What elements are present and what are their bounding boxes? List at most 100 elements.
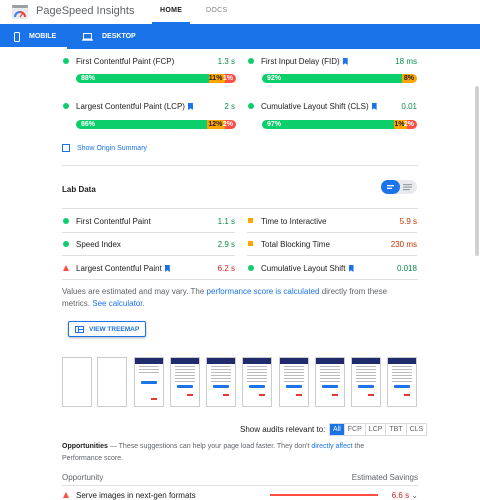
metric-label: Cumulative Layout Shift (CLS) — [261, 102, 377, 111]
filmstrip-frame — [315, 357, 345, 407]
lab-divider — [62, 255, 235, 256]
good-status-icon — [248, 103, 254, 109]
filter-tbt[interactable]: TBT — [386, 424, 407, 435]
good-status-icon — [63, 218, 69, 224]
field-metric-fcp: First Contentful Paint (FCP) 1.3 s — [62, 57, 235, 67]
lab-metric-si: Speed Index 2.9 s — [62, 240, 235, 250]
savings-value: 6.6 s — [391, 491, 410, 500]
expanded-view-icon[interactable] — [402, 183, 414, 191]
opportunity-header-divider — [62, 485, 418, 486]
tab-docs[interactable]: DOCS — [206, 7, 227, 14]
laptop-icon — [82, 32, 93, 41]
metrics-view-toggle[interactable] — [381, 180, 417, 194]
filter-cls[interactable]: CLS — [407, 424, 427, 435]
origin-summary-checkbox[interactable] — [62, 144, 70, 152]
core-web-vital-flag-icon — [187, 103, 193, 110]
lab-divider-top — [62, 208, 418, 209]
filmstrip-frame — [279, 357, 309, 407]
core-web-vital-flag-icon — [371, 103, 377, 110]
performance-score-link[interactable]: performance score is calculated — [207, 287, 320, 296]
tab-mobile-label: MOBILE — [29, 33, 57, 40]
tab-mobile[interactable]: MOBILE — [14, 24, 56, 49]
origin-summary-toggle[interactable]: Show Origin Summary — [62, 144, 147, 152]
lab-divider — [62, 232, 235, 233]
poor-segment: 2% — [223, 120, 236, 129]
tab-home[interactable]: HOME — [160, 7, 182, 14]
chevron-down-icon[interactable]: ⌄ — [411, 491, 418, 500]
opportunities-text: — These suggestions can help your page l… — [107, 443, 312, 450]
core-web-vital-flag-icon — [342, 58, 348, 65]
poor-status-icon — [63, 492, 69, 498]
metric-label: Largest Contentful Paint (LCP) — [76, 102, 193, 111]
treemap-icon — [75, 325, 84, 333]
metric-value: 0.018 — [396, 264, 417, 273]
metric-label: Cumulative Layout Shift — [261, 264, 354, 273]
tab-desktop-label: DESKTOP — [102, 33, 136, 40]
field-metric-fid: First Input Delay (FID) 18 ms — [247, 57, 417, 67]
metric-label-text: Cumulative Layout Shift — [261, 264, 346, 273]
section-divider — [62, 165, 418, 166]
metric-value: 230 ms — [390, 240, 417, 249]
lab-divider — [247, 232, 417, 233]
list-view-icon — [387, 185, 394, 189]
good-segment: 86% — [76, 120, 208, 129]
opportunities-description: Opportunities — These suggestions can he… — [62, 441, 402, 465]
pagespeed-logo-icon[interactable] — [12, 5, 28, 19]
list-view-button[interactable] — [381, 180, 400, 194]
metric-label-text: Largest Contentful Paint — [76, 264, 162, 273]
poor-segment: 1% — [223, 74, 236, 83]
metric-value: 6.2 s — [217, 264, 235, 273]
directly-affect-link[interactable]: directly affect — [311, 443, 352, 450]
origin-summary-label: Show Origin Summary — [77, 144, 148, 152]
filter-lcp[interactable]: LCP — [366, 424, 387, 435]
metric-value: 1.3 s — [217, 57, 235, 66]
metric-label: First Contentful Paint — [76, 217, 151, 226]
filter-fcp[interactable]: FCP — [345, 424, 366, 435]
lab-divider — [247, 255, 417, 256]
savings-column-header: Estimated Savings — [351, 473, 418, 482]
metric-label-text: Cumulative Layout Shift (CLS) — [261, 102, 369, 111]
metric-label-text: First Input Delay (FID) — [261, 57, 340, 66]
opportunity-label: Serve images in next-gen formats — [76, 491, 196, 500]
good-segment: 92% — [262, 74, 402, 83]
view-treemap-button[interactable]: VIEW TREEMAP — [68, 321, 146, 337]
metric-value: 2.9 s — [217, 240, 235, 249]
good-status-icon — [248, 265, 254, 271]
tab-desktop[interactable]: DESKTOP — [82, 24, 136, 49]
good-status-icon — [63, 58, 69, 64]
filmstrip-frame — [206, 357, 236, 407]
metric-value: 18 ms — [395, 57, 417, 66]
distribution-bar-lcp: 86% 12% 2% — [76, 120, 236, 129]
device-tab-bar: MOBILE DESKTOP — [0, 24, 480, 49]
lab-metric-cls: Cumulative Layout Shift 0.018 — [247, 264, 417, 274]
lab-disclaimer: Values are estimated and may vary. The p… — [62, 286, 402, 310]
scrollbar[interactable] — [475, 86, 479, 256]
distribution-bar-fcp: 88% 11% 1% — [76, 74, 236, 83]
field-metric-lcp: Largest Contentful Paint (LCP) 2 s — [62, 102, 235, 112]
metric-value: 2 s — [224, 102, 235, 111]
metric-label: Total Blocking Time — [261, 240, 330, 249]
core-web-vital-flag-icon — [348, 265, 354, 272]
good-segment: 88% — [76, 74, 209, 83]
good-status-icon — [63, 241, 69, 247]
average-status-icon — [248, 218, 253, 223]
filter-all[interactable]: All — [330, 424, 345, 435]
smartphone-icon — [14, 31, 20, 42]
lab-data-title: Lab Data — [62, 185, 96, 194]
lab-metric-tti: Time to Interactive 5.9 s — [247, 217, 417, 227]
filmstrip-frame — [387, 357, 417, 407]
audits-filter-label: Show audits relevant to: — [240, 425, 326, 434]
lab-metric-lcp: Largest Contentful Paint 6.2 s — [62, 264, 235, 274]
core-web-vital-flag-icon — [164, 265, 170, 272]
savings-bar — [270, 494, 378, 496]
filmstrip-frame — [97, 357, 127, 407]
calculator-link[interactable]: See calculator. — [92, 299, 144, 308]
poor-segment: 2% — [404, 120, 417, 129]
opportunity-column-header: Opportunity — [62, 473, 104, 482]
metric-label: Largest Contentful Paint — [76, 264, 170, 273]
opportunities-title: Opportunities — [62, 443, 108, 450]
metric-label: First Contentful Paint (FCP) — [76, 57, 175, 66]
good-segment: 97% — [262, 120, 394, 129]
filmstrip-frame — [134, 357, 164, 407]
active-device-indicator — [0, 47, 67, 49]
